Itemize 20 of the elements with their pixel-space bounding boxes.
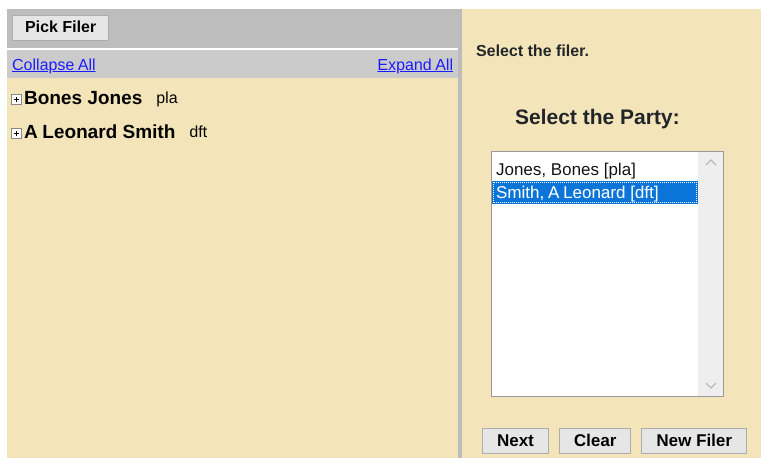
collapse-all-link[interactable]: Collapse All [12, 54, 96, 78]
instruction-text: Select the filer. [476, 42, 590, 62]
scroll-up-icon[interactable] [704, 158, 716, 166]
party-role: pla [156, 89, 178, 109]
party-option[interactable]: Jones, Bones [pla] [492, 158, 698, 181]
expand-icon[interactable] [11, 94, 22, 104]
action-button[interactable]: Clear [558, 428, 632, 454]
party-option[interactable]: Smith, A Leonard [dft] [492, 180, 698, 204]
action-button[interactable]: Next [482, 428, 549, 454]
party-name[interactable]: A Leonard Smith [24, 118, 176, 148]
party-listbox[interactable]: Jones, Bones [pla] Smith, A Leonard [dft] [491, 150, 724, 396]
party-role: dft [189, 123, 208, 143]
scroll-down-icon[interactable] [704, 382, 716, 390]
party-name[interactable]: Bones Jones [24, 84, 142, 114]
action-button[interactable]: New Filer [641, 428, 747, 454]
scrollbar[interactable] [698, 152, 723, 396]
expand-all-link[interactable]: Expand All [377, 54, 453, 78]
party-heading: Select the Party: [515, 105, 681, 131]
expand-icon[interactable] [11, 128, 22, 138]
pick-filer-button[interactable]: Pick Filer [12, 15, 110, 41]
